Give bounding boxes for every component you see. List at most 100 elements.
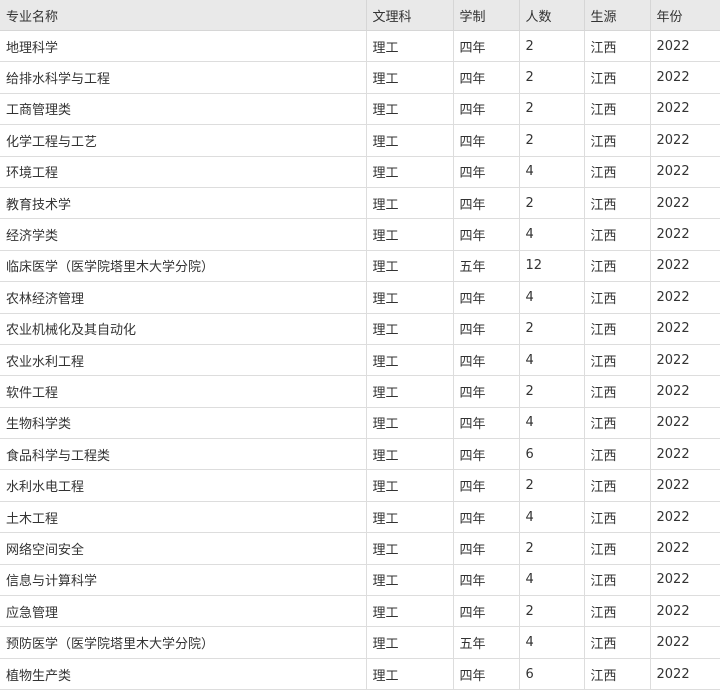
cell-year: 2022 xyxy=(649,281,720,314)
cell-origin: 江西 xyxy=(583,626,651,659)
cell-origin: 江西 xyxy=(583,249,651,283)
cell-duration: 四年 xyxy=(452,500,520,534)
cell-year: 2022 xyxy=(649,375,720,408)
cell-category: 理工 xyxy=(365,186,454,220)
enrollment-table: 专业名称 文理科 学制 人数 生源 年份 地理科学 理工 四年 2 江西 2022 给排水科… xyxy=(0,0,720,691)
cell-major: 生物科学类 xyxy=(0,406,367,440)
cell-duration: 四年 xyxy=(452,563,520,597)
cell-category: 理工 xyxy=(365,312,454,345)
cell-origin: 江西 xyxy=(583,438,651,471)
cell-year: 2022 xyxy=(649,155,720,188)
cell-major: 预防医学（医学院塔里木大学分院） xyxy=(0,626,367,659)
cell-duration: 四年 xyxy=(452,218,520,251)
table-row: 工商管理类 理工 四年 2 江西 2022 xyxy=(0,92,720,126)
cell-origin: 江西 xyxy=(583,469,651,502)
cell-major: 水利水电工程 xyxy=(0,469,367,502)
cell-year: 2022 xyxy=(649,124,720,157)
cell-category: 理工 xyxy=(365,657,454,691)
table-row: 生物科学类 理工 四年 4 江西 2022 xyxy=(0,406,720,440)
cell-year: 2022 xyxy=(649,469,720,502)
cell-year: 2022 xyxy=(649,218,720,251)
table-row: 应急管理 理工 四年 2 江西 2022 xyxy=(0,595,720,628)
cell-category: 理工 xyxy=(365,61,454,94)
cell-duration: 五年 xyxy=(452,249,520,283)
cell-category: 理工 xyxy=(365,155,454,188)
cell-duration: 四年 xyxy=(452,29,520,63)
cell-category: 理工 xyxy=(365,92,454,126)
cell-duration: 四年 xyxy=(452,657,520,691)
cell-duration: 四年 xyxy=(452,375,520,408)
cell-count: 6 xyxy=(518,438,585,471)
cell-count: 2 xyxy=(518,29,585,63)
cell-origin: 江西 xyxy=(583,61,651,94)
cell-category: 理工 xyxy=(365,375,454,408)
cell-origin: 江西 xyxy=(583,500,651,534)
cell-count: 4 xyxy=(518,563,585,597)
cell-duration: 四年 xyxy=(452,312,520,345)
cell-major: 教育技术学 xyxy=(0,186,367,220)
header-year: 年份 xyxy=(649,0,720,31)
cell-origin: 江西 xyxy=(583,29,651,63)
cell-origin: 江西 xyxy=(583,532,651,565)
cell-year: 2022 xyxy=(649,61,720,94)
cell-origin: 江西 xyxy=(583,186,651,220)
cell-origin: 江西 xyxy=(583,406,651,440)
cell-major: 环境工程 xyxy=(0,155,367,188)
cell-category: 理工 xyxy=(365,218,454,251)
cell-origin: 江西 xyxy=(583,312,651,345)
cell-duration: 四年 xyxy=(452,406,520,440)
cell-year: 2022 xyxy=(649,29,720,63)
cell-major: 土木工程 xyxy=(0,500,367,534)
cell-duration: 四年 xyxy=(452,124,520,157)
cell-year: 2022 xyxy=(649,563,720,597)
cell-year: 2022 xyxy=(649,438,720,471)
cell-year: 2022 xyxy=(649,92,720,126)
header-duration: 学制 xyxy=(452,0,520,31)
cell-origin: 江西 xyxy=(583,124,651,157)
cell-duration: 四年 xyxy=(452,469,520,502)
cell-category: 理工 xyxy=(365,438,454,471)
cell-major: 信息与计算科学 xyxy=(0,563,367,597)
cell-origin: 江西 xyxy=(583,281,651,314)
cell-category: 理工 xyxy=(365,500,454,534)
cell-count: 2 xyxy=(518,375,585,408)
cell-year: 2022 xyxy=(649,500,720,534)
cell-category: 理工 xyxy=(365,29,454,63)
cell-count: 2 xyxy=(518,312,585,345)
table-row: 化学工程与工艺 理工 四年 2 江西 2022 xyxy=(0,124,720,157)
cell-count: 2 xyxy=(518,595,585,628)
table-header-row: 专业名称 文理科 学制 人数 生源 年份 xyxy=(0,0,720,31)
cell-count: 4 xyxy=(518,155,585,188)
cell-count: 6 xyxy=(518,657,585,691)
table-row: 农林经济管理 理工 四年 4 江西 2022 xyxy=(0,281,720,314)
cell-category: 理工 xyxy=(365,281,454,314)
table-row: 网络空间安全 理工 四年 2 江西 2022 xyxy=(0,532,720,565)
cell-origin: 江西 xyxy=(583,218,651,251)
cell-origin: 江西 xyxy=(583,657,651,691)
cell-category: 理工 xyxy=(365,626,454,659)
cell-duration: 四年 xyxy=(452,61,520,94)
cell-count: 2 xyxy=(518,61,585,94)
cell-major: 应急管理 xyxy=(0,595,367,628)
cell-major: 经济学类 xyxy=(0,218,367,251)
cell-origin: 江西 xyxy=(583,155,651,188)
cell-origin: 江西 xyxy=(583,375,651,408)
cell-count: 2 xyxy=(518,124,585,157)
header-major: 专业名称 xyxy=(0,0,367,31)
table-row: 农业水利工程 理工 四年 4 江西 2022 xyxy=(0,343,720,377)
cell-year: 2022 xyxy=(649,657,720,691)
cell-year: 2022 xyxy=(649,186,720,220)
cell-count: 4 xyxy=(518,406,585,440)
cell-count: 4 xyxy=(518,500,585,534)
cell-major: 临床医学（医学院塔里木大学分院） xyxy=(0,249,367,283)
cell-duration: 四年 xyxy=(452,155,520,188)
cell-duration: 四年 xyxy=(452,532,520,565)
cell-category: 理工 xyxy=(365,406,454,440)
cell-year: 2022 xyxy=(649,343,720,377)
table-row: 环境工程 理工 四年 4 江西 2022 xyxy=(0,155,720,188)
cell-year: 2022 xyxy=(649,312,720,345)
table-row: 临床医学（医学院塔里木大学分院） 理工 五年 12 江西 2022 xyxy=(0,249,720,283)
cell-major: 农业机械化及其自动化 xyxy=(0,312,367,345)
cell-year: 2022 xyxy=(649,532,720,565)
table-row: 农业机械化及其自动化 理工 四年 2 江西 2022 xyxy=(0,312,720,345)
